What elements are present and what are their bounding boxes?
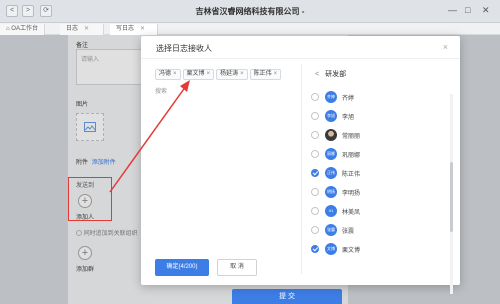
avatar: 李旭 — [325, 110, 337, 122]
member-name: 陈正伟 — [342, 172, 361, 178]
selected-chips: 冯德 × 栗文博 × 杨延涛 × 陈正伟 × — [155, 69, 305, 80]
chevron-left-icon[interactable]: < — [315, 71, 319, 78]
member-checkbox[interactable] — [311, 93, 319, 101]
selected-pane: 冯德 × 栗文博 × 杨延涛 × 陈正伟 × 搜索 — [149, 64, 299, 274]
member-checkbox[interactable] — [311, 188, 319, 196]
remove-chip-icon[interactable]: × — [173, 71, 177, 77]
tab-write-log[interactable]: 写日志 ✕ — [110, 24, 158, 35]
scrollbar-thumb[interactable] — [450, 162, 453, 232]
tab-label: 写日志 — [116, 26, 135, 32]
member-row[interactable]: 齐婷 齐婷 — [311, 90, 451, 104]
close-icon[interactable]: × — [443, 42, 448, 52]
maximize-button[interactable]: □ — [465, 5, 470, 15]
member-row[interactable]: 文博 栗文博 — [311, 242, 451, 256]
title-bar: < > ⟳ 吉林省汉睿网络科技有限公司 - — □ ✕ — [0, 0, 500, 23]
member-checkbox[interactable] — [311, 226, 319, 234]
member-row[interactable]: 李旭 李旭 — [311, 109, 451, 123]
selected-chip: 杨延涛 × — [216, 69, 248, 80]
cancel-button[interactable]: 取 消 — [217, 259, 257, 276]
select-receiver-dialog: 选择日志接收人 × 冯德 × 栗文博 × 杨延涛 × 陈正伟 × 搜索 < 研发部 齐婷 齐婷 李旭… — [141, 36, 460, 294]
minimize-button[interactable]: — — [448, 5, 457, 15]
department-pane: < 研发部 齐婷 齐婷李旭 李旭常丽丽丽娜 巩丽娜正伟 陈正伟明扬 李明扬 01 林美凤张震 张震… — [307, 64, 455, 294]
member-name: 巩丽娜 — [342, 153, 361, 159]
avatar: 明扬 — [325, 186, 337, 198]
member-name: 常丽丽 — [342, 134, 361, 140]
remove-chip-icon[interactable]: × — [240, 71, 244, 77]
avatar: 文博 — [325, 243, 337, 255]
search-input[interactable]: 搜索 — [155, 86, 167, 95]
scrollbar[interactable] — [450, 94, 453, 294]
tab-oa-workbench[interactable]: ⌂ OA工作台 — [0, 24, 45, 35]
department-header[interactable]: < 研发部 — [315, 69, 346, 79]
selected-chip: 栗文博 × — [182, 69, 215, 80]
avatar: 正伟 — [325, 167, 337, 179]
remove-chip-icon[interactable]: × — [207, 71, 211, 77]
avatar: 01 — [325, 205, 337, 217]
selected-chip: 冯德 × — [155, 69, 181, 80]
member-checkbox[interactable] — [311, 131, 319, 139]
member-checkbox[interactable] — [311, 169, 319, 177]
submit-button[interactable]: 提 交 — [232, 289, 342, 304]
tab-label: 日志 — [66, 26, 79, 32]
app-title: 吉林省汉睿网络科技有限公司 - — [195, 7, 305, 16]
member-checkbox[interactable] — [311, 150, 319, 158]
member-row[interactable]: 正伟 陈正伟 — [311, 166, 451, 180]
dialog-title: 选择日志接收人 — [156, 44, 212, 53]
close-tab-icon[interactable]: ✕ — [140, 26, 145, 32]
member-name: 齐婷 — [342, 96, 355, 102]
member-row[interactable]: 明扬 李明扬 — [311, 185, 451, 199]
close-tab-icon[interactable]: ✕ — [84, 26, 89, 32]
member-row[interactable]: 常丽丽 — [311, 128, 451, 142]
tab-log[interactable]: 日志 ✕ — [60, 24, 104, 35]
member-checkbox[interactable] — [311, 112, 319, 120]
avatar: 齐婷 — [325, 91, 337, 103]
member-name: 张震 — [342, 229, 355, 235]
confirm-button[interactable]: 确定(4/200) — [155, 259, 209, 276]
selected-chip: 陈正伟 × — [249, 69, 282, 80]
pane-divider — [301, 64, 302, 274]
member-row[interactable]: 张震 张震 — [311, 223, 451, 237]
avatar: 张震 — [325, 224, 337, 236]
member-checkbox[interactable] — [311, 245, 319, 253]
member-checkbox[interactable] — [311, 207, 319, 215]
tab-label: OA工作台 — [11, 26, 38, 32]
annotation-highlight-box — [68, 177, 112, 221]
member-name: 林美凤 — [342, 210, 361, 216]
dialog-header: 选择日志接收人 × — [141, 36, 460, 59]
tab-bar: ⌂ OA工作台 日志 ✕ 写日志 ✕ — [0, 23, 500, 35]
member-name: 李旭 — [342, 115, 355, 121]
avatar — [325, 129, 337, 141]
remove-chip-icon[interactable]: × — [274, 71, 278, 77]
avatar: 丽娜 — [325, 148, 337, 160]
member-row[interactable]: 01 林美凤 — [311, 204, 451, 218]
close-window-button[interactable]: ✕ — [482, 5, 490, 16]
member-name: 李明扬 — [342, 191, 361, 197]
member-name: 栗文博 — [342, 248, 361, 254]
member-row[interactable]: 丽娜 巩丽娜 — [311, 147, 451, 161]
